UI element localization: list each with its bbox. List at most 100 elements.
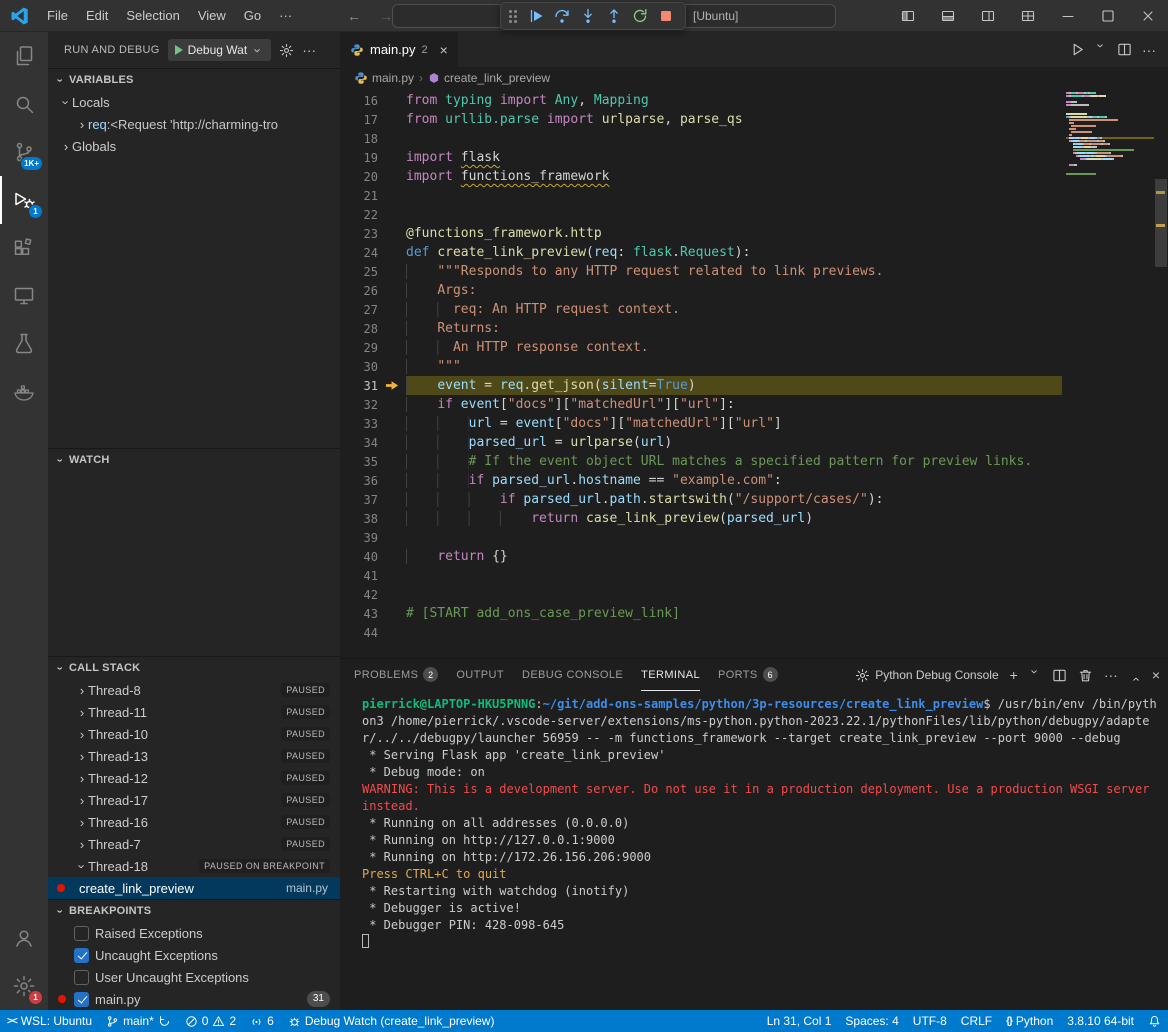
- code-line-33[interactable]: url = event["docs"]["matchedUrl"]["url"]: [406, 414, 1062, 433]
- watch-section-header[interactable]: › WATCH: [48, 449, 340, 471]
- gutter-line-31[interactable]: 31: [340, 376, 406, 395]
- panel-more-icon[interactable]: ···: [1104, 668, 1118, 682]
- step-over-button[interactable]: [549, 4, 575, 28]
- remote-indicator[interactable]: ><WSL: Ubuntu: [0, 1010, 99, 1032]
- step-into-button[interactable]: [575, 4, 601, 28]
- gutter-line-21[interactable]: 21: [340, 186, 406, 205]
- call-stack-section-header[interactable]: › CALL STACK: [48, 657, 340, 679]
- gutter-line-39[interactable]: 39: [340, 528, 406, 547]
- stop-button[interactable]: [653, 4, 679, 28]
- cursor-position[interactable]: Ln 31, Col 1: [760, 1010, 839, 1032]
- step-out-button[interactable]: [601, 4, 627, 28]
- breakpoint-checkbox[interactable]: [74, 970, 89, 985]
- code-line-30[interactable]: """: [406, 357, 1062, 376]
- gutter-line-28[interactable]: 28: [340, 319, 406, 338]
- code-line-34[interactable]: parsed_url = urlparse(url): [406, 433, 1062, 452]
- gutter-line-40[interactable]: 40: [340, 547, 406, 566]
- views-more-icon[interactable]: ···: [302, 43, 316, 57]
- maximize-icon[interactable]: [1088, 0, 1128, 31]
- variable-row[interactable]: ›Locals: [48, 91, 340, 113]
- code-line-31[interactable]: event = req.get_json(silent=True): [406, 376, 1062, 395]
- encoding[interactable]: UTF-8: [906, 1010, 954, 1032]
- variable-row[interactable]: ›req: <Request 'http://charming-tro: [48, 113, 340, 135]
- split-terminal-icon[interactable]: [1052, 668, 1067, 683]
- gutter-line-17[interactable]: 17: [340, 110, 406, 129]
- gutter-line-43[interactable]: 43: [340, 604, 406, 623]
- code-line-21[interactable]: [406, 186, 1062, 205]
- minimize-icon[interactable]: [1048, 0, 1088, 31]
- activity-testing[interactable]: [0, 320, 48, 368]
- breakpoint-row[interactable]: Raised Exceptions: [48, 922, 340, 944]
- code-line-39[interactable]: [406, 528, 1062, 547]
- gutter-line-16[interactable]: 16: [340, 91, 406, 110]
- code-line-20[interactable]: import functions_framework: [406, 167, 1062, 186]
- gutter-line-36[interactable]: 36: [340, 471, 406, 490]
- thread-row[interactable]: ›Thread-12PAUSED: [48, 767, 340, 789]
- gutter-line-19[interactable]: 19: [340, 148, 406, 167]
- layout-bottom-icon[interactable]: [928, 0, 968, 31]
- gutter-line-18[interactable]: 18: [340, 129, 406, 148]
- thread-row[interactable]: ›Thread-7PAUSED: [48, 833, 340, 855]
- stack-frame-row[interactable]: create_link_previewmain.py: [48, 877, 340, 899]
- notifications[interactable]: [1141, 1010, 1168, 1032]
- gutter-line-27[interactable]: 27: [340, 300, 406, 319]
- terminal-selector[interactable]: Python Debug Console: [855, 668, 998, 683]
- start-debug-icon[interactable]: [175, 45, 183, 55]
- breakpoint-row[interactable]: User Uncaught Exceptions: [48, 966, 340, 988]
- breakpoint-row[interactable]: Uncaught Exceptions: [48, 944, 340, 966]
- activity-accounts[interactable]: [0, 914, 48, 962]
- code-line-28[interactable]: Returns:: [406, 319, 1062, 338]
- activity-docker[interactable]: [0, 368, 48, 416]
- maximize-panel-icon[interactable]: ›: [1128, 669, 1141, 681]
- variables-section-header[interactable]: › VARIABLES: [48, 69, 340, 91]
- code-line-36[interactable]: if parsed_url.hostname == "example.com":: [406, 471, 1062, 490]
- editor-more-icon[interactable]: ···: [1142, 43, 1156, 57]
- new-terminal-icon[interactable]: +: [1010, 668, 1018, 682]
- debug-status[interactable]: Debug Watch (create_link_preview): [281, 1010, 502, 1032]
- code-line-26[interactable]: Args:: [406, 281, 1062, 300]
- thread-row[interactable]: ›Thread-16PAUSED: [48, 811, 340, 833]
- gutter-line-23[interactable]: 23: [340, 224, 406, 243]
- gutter-line-44[interactable]: 44: [340, 623, 406, 642]
- indentation[interactable]: Spaces: 4: [838, 1010, 905, 1032]
- gutter-line-35[interactable]: 35: [340, 452, 406, 471]
- code-line-19[interactable]: import flask: [406, 148, 1062, 167]
- code-line-23[interactable]: @functions_framework.http: [406, 224, 1062, 243]
- menu-edit[interactable]: Edit: [77, 1, 117, 31]
- activity-settings[interactable]: 1: [0, 962, 48, 1010]
- breadcrumb-main-py[interactable]: main.py: [354, 71, 414, 85]
- forwarded-ports[interactable]: 6: [243, 1010, 281, 1032]
- code-line-32[interactable]: if event["docs"]["matchedUrl"]["url"]:: [406, 395, 1062, 414]
- breakpoint-checkbox[interactable]: [74, 992, 89, 1007]
- kill-terminal-icon[interactable]: [1078, 668, 1093, 683]
- code-line-16[interactable]: from typing import Any, Mapping: [406, 91, 1062, 110]
- minimap[interactable]: [1062, 89, 1154, 658]
- eol[interactable]: CRLF: [954, 1010, 999, 1032]
- gutter-line-37[interactable]: 37: [340, 490, 406, 509]
- activity-extensions[interactable]: [0, 224, 48, 272]
- debug-config-dropdown[interactable]: Debug Wat ›: [168, 39, 272, 61]
- gutter-line-29[interactable]: 29: [340, 338, 406, 357]
- code-line-25[interactable]: """Responds to any HTTP request related …: [406, 262, 1062, 281]
- panel-tab-ports[interactable]: PORTS6: [718, 659, 778, 691]
- gutter-line-32[interactable]: 32: [340, 395, 406, 414]
- gutter-line-42[interactable]: 42: [340, 585, 406, 604]
- back-icon[interactable]: ←: [347, 8, 361, 24]
- breadcrumb-create-link-preview[interactable]: create_link_preview: [428, 71, 550, 85]
- panel-tab-terminal[interactable]: TERMINAL: [641, 659, 700, 691]
- code-line-17[interactable]: from urllib.parse import urlparse, parse…: [406, 110, 1062, 129]
- code-content[interactable]: from typing import Any, Mappingfrom urll…: [406, 89, 1062, 658]
- breakpoint-checkbox[interactable]: [74, 948, 89, 963]
- activity-run-and-debug[interactable]: 1: [0, 176, 48, 224]
- gutter-line-24[interactable]: 24: [340, 243, 406, 262]
- menu-more[interactable]: ···: [270, 1, 301, 31]
- activity-explorer[interactable]: [0, 32, 48, 80]
- activity-search[interactable]: [0, 80, 48, 128]
- code-line-41[interactable]: [406, 566, 1062, 585]
- code-line-40[interactable]: return {}: [406, 547, 1062, 566]
- python-version[interactable]: 3.8.10 64-bit: [1060, 1010, 1141, 1032]
- layout-right-icon[interactable]: [968, 0, 1008, 31]
- code-line-43[interactable]: # [START add_ons_case_preview_link]: [406, 604, 1062, 623]
- code-line-35[interactable]: # If the event object URL matches a spec…: [406, 452, 1062, 471]
- gutter-line-41[interactable]: 41: [340, 566, 406, 585]
